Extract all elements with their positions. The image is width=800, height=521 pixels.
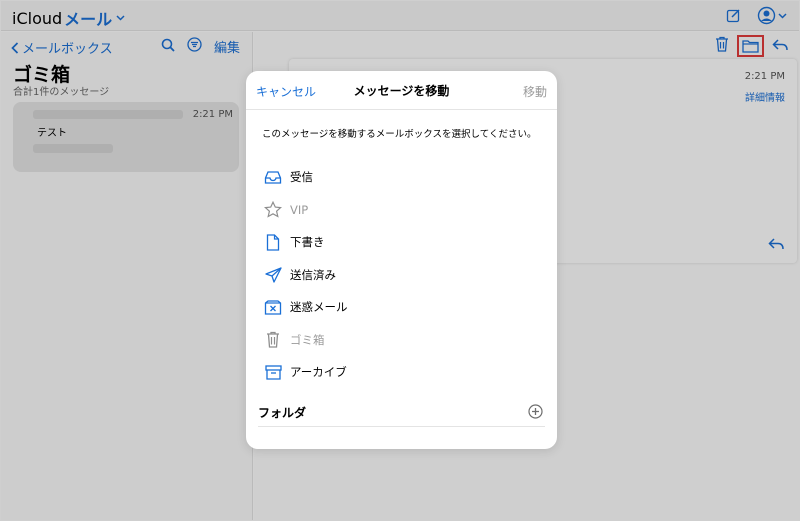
mailbox-item-archive[interactable]: アーカイブ xyxy=(264,356,544,389)
mailbox-label: ゴミ箱 xyxy=(290,332,325,347)
archive-icon xyxy=(264,363,282,381)
mailbox-list: 受信 VIP 下書き 送信済み 迷惑メール ゴミ箱 アーカイブ xyxy=(264,161,544,389)
move-button[interactable]: 移動 xyxy=(523,83,547,100)
mailbox-item-junk[interactable]: 迷惑メール xyxy=(264,291,544,324)
mailbox-label: 送信済み xyxy=(290,267,336,282)
paperplane-icon xyxy=(264,266,282,284)
mailbox-label: 受信 xyxy=(290,170,313,185)
divider xyxy=(258,426,545,427)
add-folder-button[interactable] xyxy=(528,404,543,423)
mailbox-label: 迷惑メール xyxy=(290,300,348,315)
document-icon xyxy=(264,233,282,251)
mailbox-label: VIP xyxy=(290,202,309,217)
trash-icon xyxy=(264,331,282,349)
app-window: iCloud メール メールボックス 編集 ゴミ箱 合計1件のメッセージ 2:2… xyxy=(0,0,800,521)
mailbox-label: アーカイブ xyxy=(290,365,347,380)
mailbox-item-trash: ゴミ箱 xyxy=(264,324,544,357)
mailbox-item-vip: VIP xyxy=(264,194,544,227)
move-message-dialog: キャンセル メッセージを移動 移動 このメッセージを移動するメールボックスを選択… xyxy=(246,71,557,449)
dialog-instruction: このメッセージを移動するメールボックスを選択してください。 xyxy=(262,129,537,140)
dialog-header: キャンセル メッセージを移動 移動 xyxy=(246,71,557,110)
dialog-title: メッセージを移動 xyxy=(353,84,450,98)
junk-icon xyxy=(264,298,282,316)
inbox-icon xyxy=(264,168,282,186)
mailbox-label: 下書き xyxy=(290,235,325,250)
plus-circle-icon xyxy=(528,404,543,419)
mailbox-item-drafts[interactable]: 下書き xyxy=(264,226,544,259)
star-icon xyxy=(264,201,282,219)
folders-heading: フォルダ xyxy=(258,406,307,420)
mailbox-item-sent[interactable]: 送信済み xyxy=(264,259,544,292)
mailbox-item-inbox[interactable]: 受信 xyxy=(264,161,544,194)
